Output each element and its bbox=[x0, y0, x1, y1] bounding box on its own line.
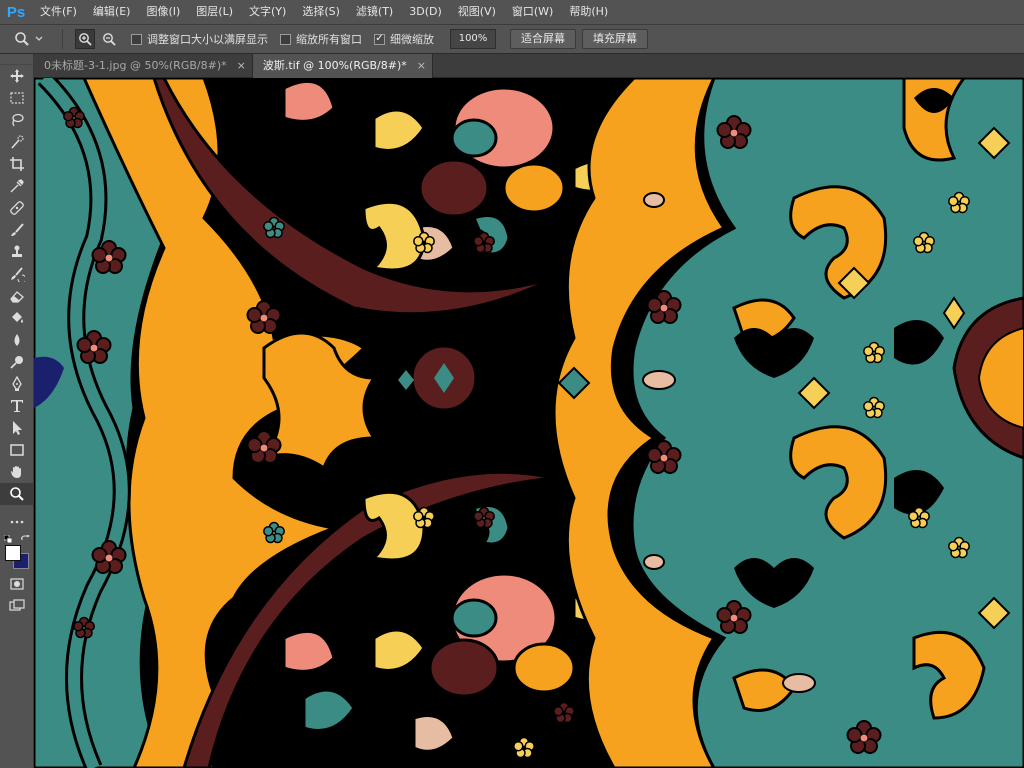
chevron-down-icon bbox=[35, 36, 43, 41]
hand-tool[interactable] bbox=[0, 461, 34, 483]
default-colors-icon[interactable] bbox=[4, 535, 12, 543]
zoom-percentage-field[interactable]: 100% bbox=[450, 29, 496, 49]
brush-tool[interactable] bbox=[0, 219, 34, 241]
menu-help[interactable]: 帮助(H) bbox=[561, 0, 616, 24]
tools-panel bbox=[0, 54, 34, 768]
paint-bucket-tool[interactable] bbox=[0, 307, 34, 329]
eraser-tool[interactable] bbox=[0, 285, 34, 307]
type-icon bbox=[11, 400, 23, 412]
zoom-all-windows-label: 缩放所有窗口 bbox=[296, 33, 362, 46]
eraser-icon bbox=[10, 291, 24, 303]
checkbox-checked[interactable]: ✓ bbox=[374, 33, 385, 45]
checkbox-box[interactable] bbox=[131, 33, 142, 45]
healing-brush-tool[interactable] bbox=[0, 197, 34, 219]
scrubby-zoom-checkbox[interactable]: ✓ 细微缩放 bbox=[374, 31, 434, 47]
lasso-icon bbox=[12, 113, 24, 127]
quick-mask-button[interactable] bbox=[0, 573, 34, 595]
zoom-icon bbox=[10, 487, 24, 501]
blur-tool[interactable] bbox=[0, 329, 34, 351]
crop-tool[interactable] bbox=[0, 153, 34, 175]
path-select-icon bbox=[13, 421, 22, 435]
menu-file[interactable]: 文件(F) bbox=[32, 0, 85, 24]
healing-brush-icon bbox=[10, 201, 24, 215]
resize-windows-checkbox[interactable]: 调整窗口大小以满屏显示 bbox=[131, 31, 268, 47]
menu-view[interactable]: 视图(V) bbox=[450, 0, 504, 24]
options-bar: 调整窗口大小以满屏显示 缩放所有窗口 ✓ 细微缩放 100% 适合屏幕 填充屏幕 bbox=[0, 24, 1024, 54]
tab-title: 波斯.tif @ 100%(RGB/8#) bbox=[262, 59, 402, 72]
swap-colors-icon[interactable] bbox=[21, 535, 30, 544]
zoom-all-windows-checkbox[interactable]: 缩放所有窗口 bbox=[280, 31, 362, 47]
menu-edit[interactable]: 编辑(E) bbox=[85, 0, 139, 24]
tab-title: 0未标题-3-1.jpg @ 50%(RGB/8#) bbox=[44, 59, 222, 72]
hand-icon bbox=[11, 466, 21, 478]
type-tool[interactable] bbox=[0, 395, 34, 417]
tab-document-2[interactable]: 波斯.tif @ 100%(RGB/8#) * × bbox=[252, 54, 433, 78]
checkbox-box[interactable] bbox=[280, 33, 291, 45]
dodge-tool[interactable] bbox=[0, 351, 34, 373]
marquee-icon bbox=[10, 92, 24, 104]
divider bbox=[62, 29, 63, 49]
zoom-tool[interactable] bbox=[0, 483, 34, 505]
more-dots-icon bbox=[10, 520, 24, 524]
eyedropper-tool[interactable] bbox=[0, 175, 34, 197]
menu-image[interactable]: 图像(I) bbox=[138, 0, 188, 24]
clone-stamp-tool[interactable] bbox=[0, 241, 34, 263]
tab-modified-marker: * bbox=[401, 59, 407, 72]
panel-grip[interactable] bbox=[0, 54, 33, 65]
menu-window[interactable]: 窗口(W) bbox=[504, 0, 561, 24]
foreground-color-swatch[interactable] bbox=[5, 545, 21, 561]
color-swatches bbox=[0, 533, 33, 573]
menu-filter[interactable]: 滤镜(T) bbox=[348, 0, 401, 24]
pen-tool[interactable] bbox=[0, 373, 34, 395]
quick-select-icon bbox=[11, 135, 24, 149]
eyedropper-icon bbox=[10, 179, 24, 193]
blur-icon bbox=[14, 334, 20, 346]
lasso-tool[interactable] bbox=[0, 109, 34, 131]
clone-stamp-icon bbox=[12, 245, 22, 257]
quick-mask-icon bbox=[10, 578, 24, 590]
move-icon bbox=[10, 69, 24, 83]
persian-pattern-artwork bbox=[34, 78, 1024, 768]
more-tools-button[interactable] bbox=[0, 511, 34, 533]
rectangle-tool[interactable] bbox=[0, 439, 34, 461]
tab-modified-marker: * bbox=[221, 59, 227, 72]
dodge-icon bbox=[10, 356, 23, 369]
document-canvas[interactable] bbox=[34, 78, 1024, 768]
pen-icon bbox=[12, 376, 22, 391]
close-icon[interactable]: × bbox=[237, 54, 246, 78]
document-tabs: 0未标题-3-1.jpg @ 50%(RGB/8#) * × 波斯.tif @ 1… bbox=[34, 54, 1024, 78]
menu-select[interactable]: 选择(S) bbox=[294, 0, 348, 24]
tab-document-1[interactable]: 0未标题-3-1.jpg @ 50%(RGB/8#) * × bbox=[34, 54, 253, 78]
zoom-out-icon bbox=[103, 33, 116, 46]
zoom-out-button[interactable] bbox=[99, 29, 119, 49]
marquee-tool[interactable] bbox=[0, 87, 34, 109]
menu-3d[interactable]: 3D(D) bbox=[401, 0, 450, 24]
brush-icon bbox=[11, 223, 24, 236]
screen-mode-button[interactable] bbox=[0, 595, 34, 617]
crop-icon bbox=[10, 157, 24, 171]
fit-screen-button[interactable]: 适合屏幕 bbox=[510, 29, 576, 49]
quick-select-tool[interactable] bbox=[0, 131, 34, 153]
zoom-in-icon bbox=[79, 33, 92, 46]
resize-windows-label: 调整窗口大小以满屏显示 bbox=[147, 33, 268, 46]
tool-preset-picker[interactable] bbox=[14, 31, 54, 47]
zoom-in-button[interactable] bbox=[75, 29, 95, 49]
scrubby-zoom-label: 细微缩放 bbox=[390, 33, 434, 46]
menu-type[interactable]: 文字(Y) bbox=[241, 0, 294, 24]
history-brush-icon bbox=[11, 267, 25, 282]
history-brush-tool[interactable] bbox=[0, 263, 34, 285]
zoom-icon bbox=[15, 32, 29, 46]
screen-mode-icon bbox=[9, 599, 25, 611]
menu-layer[interactable]: 图层(L) bbox=[188, 0, 241, 24]
fill-screen-button[interactable]: 填充屏幕 bbox=[582, 29, 648, 49]
photoshop-logo[interactable]: Ps bbox=[0, 0, 32, 24]
rectangle-icon bbox=[10, 444, 24, 456]
menu-bar: Ps 文件(F) 编辑(E) 图像(I) 图层(L) 文字(Y) 选择(S) 滤… bbox=[0, 0, 1024, 24]
move-tool[interactable] bbox=[0, 65, 34, 87]
path-select-tool[interactable] bbox=[0, 417, 34, 439]
close-icon[interactable]: × bbox=[417, 54, 426, 78]
paint-bucket-icon bbox=[12, 312, 23, 323]
